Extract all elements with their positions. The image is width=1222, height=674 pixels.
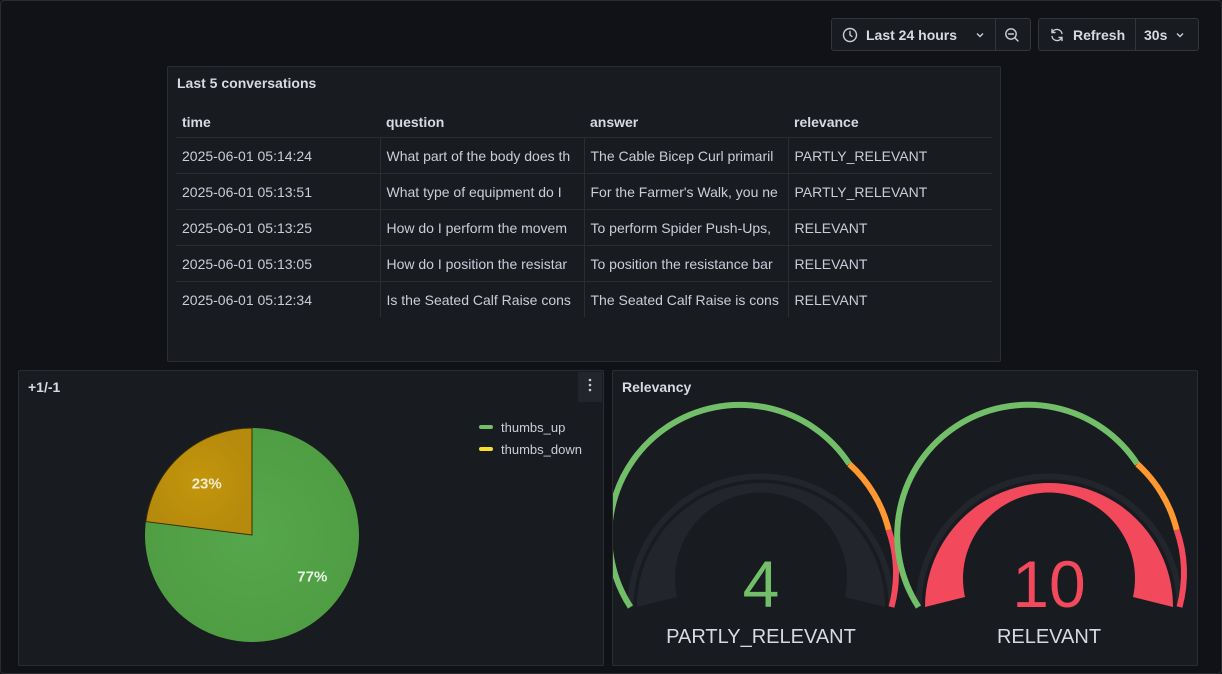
column-header-answer[interactable]: answer (584, 107, 788, 138)
table-cell: How do I position the resistar (380, 245, 585, 282)
table-row: 2025-06-01 05:13:25 How do I perform the… (176, 209, 992, 246)
chevron-down-icon (1175, 30, 1185, 40)
clock-icon (842, 27, 858, 43)
pie-slice-label: 77% (297, 568, 327, 585)
zoom-out-icon (1004, 27, 1020, 43)
column-header-relevance[interactable]: relevance (788, 107, 992, 138)
table-cell: The Cable Bicep Curl primaril (584, 137, 789, 174)
gauge-chart (613, 401, 1187, 609)
gauge-label: PARTLY_RELEVANT (666, 626, 856, 648)
table-cell: What type of equipment do I (380, 173, 585, 210)
time-range-button[interactable]: Last 24 hours (832, 19, 995, 50)
gauge-value: 10 (1012, 547, 1086, 621)
table-cell: 2025-06-01 05:12:34 (176, 281, 381, 317)
pie-chart: 77% 23% (145, 427, 360, 642)
table-row: 2025-06-01 05:13:05 How do I position th… (176, 245, 992, 282)
table-cell: To perform Spider Push-Ups, (584, 209, 789, 246)
column-header-time[interactable]: time (176, 107, 380, 138)
refresh-button[interactable]: Refresh (1039, 19, 1135, 50)
table-cell: RELEVANT (794, 291, 868, 308)
zoom-out-button[interactable] (996, 19, 1030, 50)
time-picker-group: Last 24 hours (831, 18, 1031, 51)
refresh-interval-label: 30s (1144, 26, 1168, 43)
table-row: 2025-06-01 05:13:51 What type of equipme… (176, 173, 992, 210)
pie-slice-label: 23% (192, 476, 222, 493)
relevancy-gauge-panel: Relevancy 4 PARTLY_RELEVANT 10 RELEVANT (612, 370, 1198, 666)
refresh-label: Refresh (1073, 26, 1126, 43)
table-cell: 2025-06-01 05:14:24 (176, 137, 381, 174)
refresh-group: Refresh 30s (1038, 18, 1199, 51)
table-header-row: time question answer relevance (176, 107, 992, 138)
table-cell: For the Farmer's Walk, you ne (584, 173, 789, 210)
table-cell: Is the Seated Calf Raise cons (380, 281, 585, 317)
gauge-value: 4 (742, 547, 780, 621)
panel-title: Last 5 conversations (177, 75, 317, 91)
table-row: 2025-06-01 05:14:24 What part of the bod… (176, 137, 992, 174)
table-cell: PARTLY_RELEVANT (788, 173, 992, 210)
table-cell: The Seated Calf Raise is cons (584, 281, 789, 317)
conversations-table: time question answer relevance 2025-06-0… (176, 107, 992, 317)
refresh-icon (1049, 27, 1065, 43)
table-cell: RELEVANT (788, 209, 992, 246)
conversations-panel: Last 5 conversations time question answe… (167, 66, 1001, 362)
table-cell: 2025-06-01 05:13:05 (176, 245, 381, 282)
table-row: 2025-06-01 05:12:34 Is the Seated Calf R… (176, 281, 992, 317)
table-cell: 2025-06-01 05:13:51 (176, 173, 381, 210)
table-cell: 2025-06-01 05:13:25 (176, 209, 381, 246)
table-cell: RELEVANT (788, 245, 992, 282)
time-range-label: Last 24 hours (866, 26, 958, 43)
feedback-pie-panel: +1/-1 thumbs_up thumbs_down 77% 23% (18, 370, 604, 666)
table-cell: What part of the body does th (380, 137, 585, 174)
chevron-down-icon (975, 30, 985, 40)
refresh-interval-picker[interactable]: 30s (1136, 19, 1198, 50)
table-cell: PARTLY_RELEVANT (788, 137, 992, 174)
column-header-question[interactable]: question (380, 107, 584, 138)
table-cell: To position the resistance bar (584, 245, 789, 282)
table-cell: How do I perform the movem (380, 209, 585, 246)
gauge-label: RELEVANT (996, 626, 1102, 648)
